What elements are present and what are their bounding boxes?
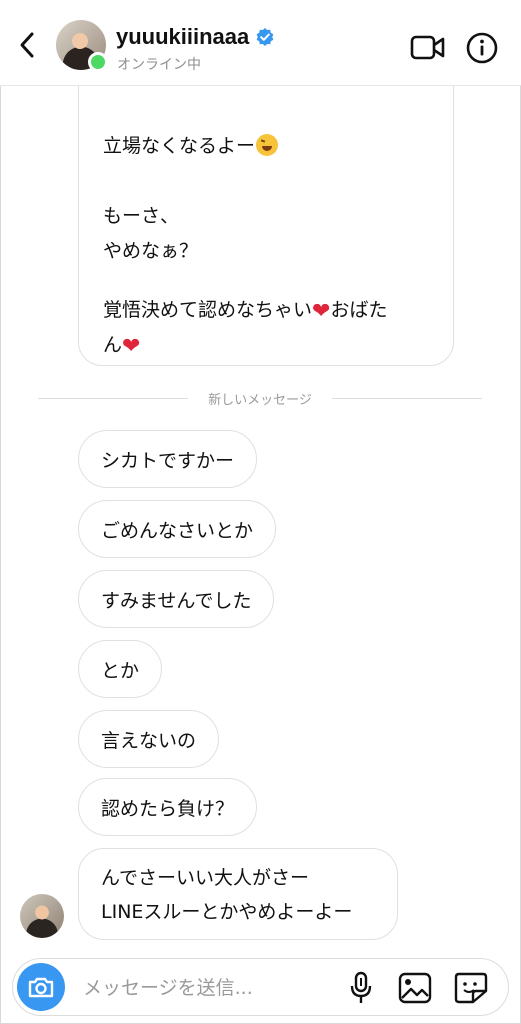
message-text: ん — [103, 334, 123, 356]
sticker-icon[interactable] — [453, 971, 489, 1005]
message-bubble[interactable]: とか — [78, 640, 163, 698]
heart-emoji-icon: ❤ — [312, 299, 331, 324]
sender-avatar[interactable] — [20, 894, 64, 938]
verified-badge-icon — [256, 28, 274, 46]
message-input[interactable] — [81, 972, 345, 1004]
online-indicator — [88, 52, 108, 72]
gallery-icon[interactable] — [397, 971, 433, 1005]
divider-label: 新しいメッセージ — [38, 389, 482, 408]
username[interactable]: yuuukiiinaaa — [116, 24, 275, 50]
chat-header: yuuukiiinaaa オンライン中 — [0, 0, 521, 86]
microphone-icon[interactable] — [347, 971, 375, 1005]
username-text: yuuukiiinaaa — [116, 24, 250, 49]
message-bubble[interactable]: シカトですかー — [78, 430, 258, 488]
heart-emoji-icon: ❤ — [122, 334, 141, 359]
message-bubble-previous[interactable]: 立場なくなるよー もーさ、 やめなぁ？ 覚悟決めて認めなちゃい❤おばた ん❤ — [78, 86, 454, 366]
message-line: 立場なくなるよー — [103, 131, 279, 158]
online-status: オンライン中 — [117, 57, 201, 73]
message-line: もーさ、 — [103, 205, 180, 227]
message-bubble[interactable]: すみませんでした — [78, 570, 275, 628]
camera-icon[interactable] — [17, 963, 65, 1011]
message-text: 覚悟決めて認めなちゃい — [103, 299, 313, 321]
message-line: んでさーいい大人がさー — [101, 867, 310, 889]
profile-avatar[interactable] — [56, 20, 108, 72]
message-bubble[interactable]: 認めたら負け？ — [78, 778, 258, 836]
info-icon[interactable] — [466, 32, 498, 64]
message-line: 覚悟決めて認めなちゃい❤おばた — [103, 295, 387, 323]
message-bubble[interactable]: ごめんなさいとか — [78, 500, 277, 558]
message-line: やめなぁ？ — [103, 240, 199, 262]
message-composer — [12, 958, 509, 1016]
laughing-emoji-icon — [256, 134, 279, 156]
message-line: LINEスルーとかやめよーよー — [101, 901, 353, 923]
message-text: おばた — [330, 299, 388, 321]
divider-label-text: 新しいメッセージ — [198, 393, 322, 408]
video-call-icon[interactable] — [410, 34, 446, 62]
message-bubble[interactable]: 言えないの — [78, 710, 220, 768]
message-bubble-last[interactable]: んでさーいい大人がさー LINEスルーとかやめよーよー — [78, 848, 398, 940]
message-thread[interactable]: 立場なくなるよー もーさ、 やめなぁ？ 覚悟決めて認めなちゃい❤おばた ん❤ 新… — [0, 86, 521, 948]
back-chevron-icon[interactable] — [12, 28, 42, 62]
message-line: ん❤ — [103, 330, 140, 358]
message-text: 立場なくなるよー — [103, 135, 256, 157]
new-messages-divider: 新しいメッセージ — [38, 388, 482, 408]
